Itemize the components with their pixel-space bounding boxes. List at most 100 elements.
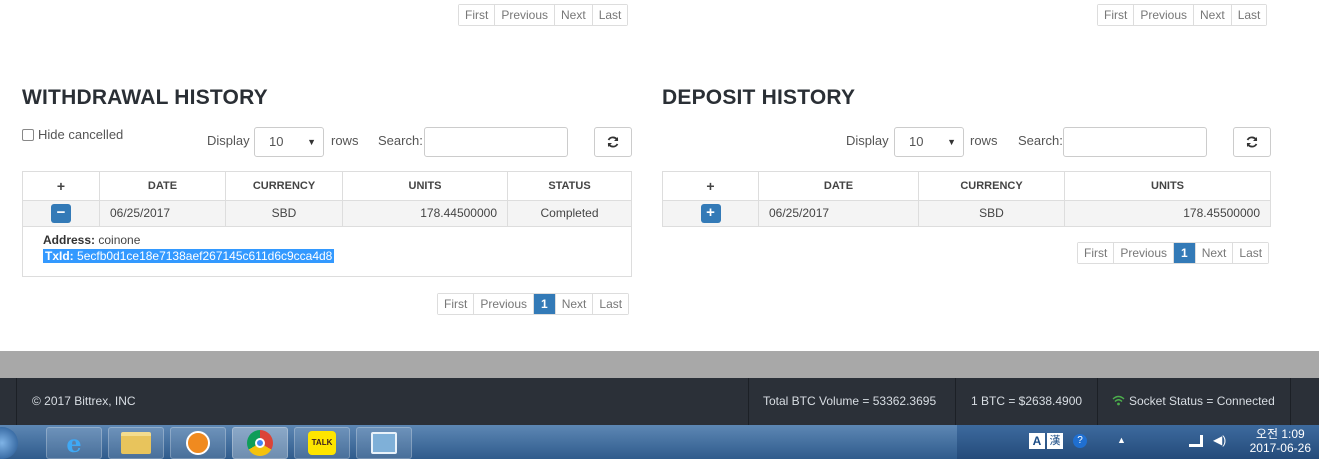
deposit-rows-select[interactable]: 10 ▼ [894, 127, 964, 157]
row-toggle-cell: − [23, 201, 99, 226]
footer-divider [16, 378, 17, 425]
pager-first[interactable]: First [1098, 5, 1134, 25]
status-header[interactable]: STATUS [507, 172, 631, 200]
taskbar-ie-button[interactable]: e [46, 427, 102, 459]
currency-header[interactable]: CURRENCY [918, 172, 1064, 200]
pager-first[interactable]: First [438, 294, 474, 314]
pager-previous[interactable]: Previous [1113, 243, 1174, 263]
row-date: 06/25/2017 [99, 201, 225, 226]
footer-divider [955, 378, 956, 425]
socket-status: Socket Status = Connected [1129, 394, 1275, 408]
address-line: Address: coinone [43, 233, 631, 247]
system-tray: A 漢 ? ▲ ◀) 오전 1:09 2017-06-26 [957, 425, 1319, 459]
pager-last[interactable]: Last [592, 294, 629, 314]
row-status: Completed [507, 201, 631, 226]
table-header: + DATE CURRENCY UNITS [663, 172, 1270, 200]
start-button[interactable] [0, 427, 18, 459]
pager-previous[interactable]: Previous [1133, 5, 1194, 25]
internet-explorer-icon: e [66, 428, 82, 458]
taskbar-media-button[interactable] [170, 427, 226, 459]
pager-last[interactable]: Last [591, 5, 628, 25]
kakaotalk-icon: TALK [308, 431, 336, 455]
withdrawal-table: + DATE CURRENCY UNITS STATUS − 06/25/201… [22, 171, 632, 277]
txid-label: TxId: [45, 249, 74, 263]
deposit-table: + DATE CURRENCY UNITS + 06/25/2017 SBD 1… [662, 171, 1271, 227]
volume-icon[interactable]: ◀) [1213, 433, 1226, 447]
footer-divider [1097, 378, 1098, 425]
pager-page-1[interactable]: 1 [533, 294, 555, 314]
row-units: 178.45500000 [1064, 201, 1270, 226]
row-currency: SBD [918, 201, 1064, 226]
row-toggle-cell: + [663, 201, 758, 226]
rows-select-value: 10 [269, 134, 284, 149]
row-detail: Address: coinone TxId: 5ecfb0d1ce18e7138… [23, 226, 631, 276]
table-row: − 06/25/2017 SBD 178.44500000 Completed [23, 200, 631, 226]
taskbar-chrome-button[interactable] [232, 427, 288, 459]
address-value: coinone [98, 233, 141, 247]
address-label: Address: [43, 233, 96, 247]
table-row: + 06/25/2017 SBD 178.45500000 [663, 200, 1270, 226]
collapse-row-button[interactable]: − [51, 204, 71, 224]
pager-previous[interactable]: Previous [473, 294, 534, 314]
system-clock[interactable]: 오전 1:09 2017-06-26 [1250, 427, 1311, 455]
withdrawal-history-title: WITHDRAWAL HISTORY [22, 86, 268, 109]
pager-next[interactable]: Next [554, 294, 593, 314]
deposit-top-pager: First Previous Next Last [1097, 4, 1268, 26]
txid-line[interactable]: TxId: 5ecfb0d1ce18e7138aef267145c611d6c9… [43, 249, 335, 263]
withdrawal-display-label: Display [207, 133, 250, 148]
expand-row-button[interactable]: + [700, 204, 721, 224]
pager-first[interactable]: First [1078, 243, 1114, 263]
units-header[interactable]: UNITS [342, 172, 507, 200]
refresh-icon [607, 136, 619, 148]
pager-last[interactable]: Last [1232, 243, 1269, 263]
withdrawal-refresh-button[interactable] [594, 127, 632, 157]
pager-next[interactable]: Next [554, 5, 592, 25]
withdrawal-top-pager: First Previous Next Last [458, 4, 629, 26]
os-taskbar: e TALK A 漢 ? ▲ ◀) 오전 1:09 2017-06-26 [0, 425, 1319, 459]
withdrawal-rows-select[interactable]: 10 ▼ [254, 127, 324, 157]
deposit-pager: First Previous 1 Next Last [1077, 242, 1270, 264]
deposit-search-label: Search: [1018, 133, 1063, 148]
refresh-icon [1246, 136, 1258, 148]
date-header[interactable]: DATE [758, 172, 918, 200]
taskbar-app-button[interactable] [356, 427, 412, 459]
withdrawal-search-label: Search: [378, 133, 423, 148]
clock-date: 2017-06-26 [1249, 441, 1311, 455]
btc-price: 1 BTC = $2638.4900 [971, 394, 1083, 408]
ime-hanja-indicator[interactable]: 漢 [1047, 433, 1063, 449]
expand-all-header[interactable]: + [23, 172, 99, 200]
pager-next[interactable]: Next [1193, 5, 1231, 25]
deposit-history-title: DEPOSIT HISTORY [662, 86, 856, 109]
clock-time: 오전 1:09 [1255, 427, 1305, 441]
ime-a-indicator[interactable]: A [1029, 433, 1045, 449]
date-header[interactable]: DATE [99, 172, 225, 200]
units-header[interactable]: UNITS [1064, 172, 1270, 200]
folder-icon [121, 432, 151, 454]
deposit-search-input[interactable] [1063, 127, 1207, 157]
show-hidden-icons-icon[interactable]: ▲ [1117, 435, 1126, 445]
taskbar-kakaotalk-button[interactable]: TALK [294, 427, 350, 459]
deposit-refresh-button[interactable] [1233, 127, 1271, 157]
hide-cancelled-option[interactable]: Hide cancelled [22, 127, 123, 142]
chrome-icon [247, 430, 273, 456]
total-btc-volume: Total BTC Volume = 53362.3695 [763, 394, 937, 408]
hide-cancelled-checkbox[interactable] [22, 128, 34, 141]
row-currency: SBD [225, 201, 342, 226]
network-icon[interactable] [1189, 435, 1203, 447]
expand-all-header[interactable]: + [663, 172, 758, 200]
help-icon[interactable]: ? [1073, 434, 1087, 448]
footer-divider [748, 378, 749, 425]
pager-next[interactable]: Next [1194, 243, 1233, 263]
pager-last[interactable]: Last [1230, 5, 1267, 25]
pager-previous[interactable]: Previous [494, 5, 555, 25]
media-player-icon [186, 431, 210, 455]
deposit-display-label: Display [846, 133, 889, 148]
hide-cancelled-label: Hide cancelled [38, 127, 124, 142]
withdrawal-search-input[interactable] [424, 127, 568, 157]
copyright: © 2017 Bittrex, INC [32, 394, 136, 408]
currency-header[interactable]: CURRENCY [225, 172, 342, 200]
pager-page-1[interactable]: 1 [1173, 243, 1195, 263]
taskbar-explorer-button[interactable] [108, 427, 164, 459]
site-footer: © 2017 Bittrex, INC Total BTC Volume = 5… [0, 378, 1319, 425]
pager-first[interactable]: First [459, 5, 495, 25]
